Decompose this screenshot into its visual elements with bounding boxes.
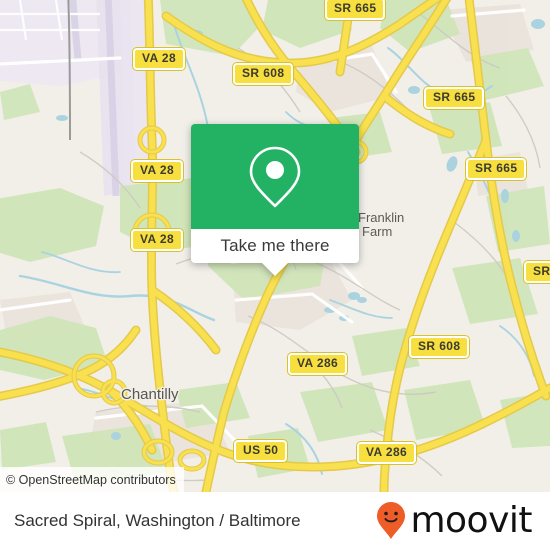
route-shield: VA 28 xyxy=(131,160,184,182)
footer-bar: Sacred Spiral, Washington / Baltimore mo… xyxy=(0,492,550,550)
callout-header xyxy=(191,124,359,229)
moovit-brand[interactable]: moovit xyxy=(376,501,532,541)
attribution-text: © OpenStreetMap contributors xyxy=(6,472,176,487)
route-shield: SR 665 xyxy=(325,0,386,20)
moovit-smiley-pin-icon xyxy=(377,502,406,539)
location-callout-card[interactable]: Take me there xyxy=(191,124,359,276)
route-shield: SR 608 xyxy=(409,336,470,358)
map-canvas[interactable]: Chantilly Franklin Farm SR 665 VA 28 SR … xyxy=(0,0,550,492)
route-shield: VA 286 xyxy=(357,442,417,464)
osm-attribution[interactable]: © OpenStreetMap contributors xyxy=(0,467,184,492)
route-shield: VA 286 xyxy=(288,353,348,375)
route-shield: VA 28 xyxy=(133,48,186,70)
callout-footer[interactable]: Take me there xyxy=(191,229,359,276)
place-title: Sacred Spiral, Washington / Baltimore xyxy=(14,511,301,530)
map-screenshot-root: Chantilly Franklin Farm SR 665 VA 28 SR … xyxy=(0,0,550,550)
moovit-wordmark: moovit xyxy=(410,500,532,541)
route-shield: VA 28 xyxy=(131,229,184,251)
route-shield: SR 608 xyxy=(233,63,294,85)
map-pin-icon xyxy=(249,146,301,207)
callout-pointer xyxy=(262,263,288,276)
route-shield: SR 665 xyxy=(466,158,527,180)
route-shield: SR 6 xyxy=(524,261,550,283)
route-shield: US 50 xyxy=(234,440,288,462)
route-shield: SR 665 xyxy=(424,87,485,109)
take-me-there-label: Take me there xyxy=(220,236,330,255)
